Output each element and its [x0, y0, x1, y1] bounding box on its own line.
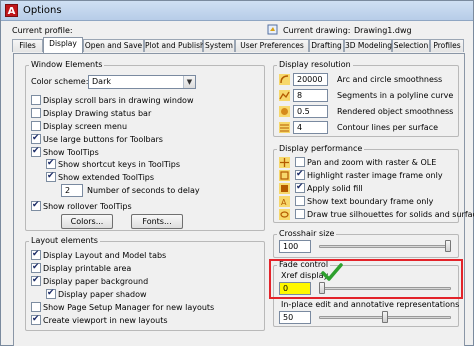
tab-open-and-save[interactable]: Open and Save	[83, 39, 144, 52]
crosshair-size-input[interactable]: 100	[279, 240, 311, 253]
color-scheme-label: Color scheme:	[31, 77, 89, 86]
large-buttons-checkbox[interactable]	[31, 133, 41, 144]
create-viewport-checkbox[interactable]	[31, 314, 41, 325]
paper-shadow-label: Display paper shadow	[58, 290, 147, 299]
page-setup-manager-checkbox[interactable]	[31, 302, 41, 312]
pan-zoom-icon	[279, 157, 290, 168]
rendered-smoothness-icon	[279, 106, 290, 117]
crosshair-slider-track[interactable]	[319, 245, 451, 248]
pan-zoom-raster-label: Pan and zoom with raster & OLE	[307, 158, 437, 167]
autocad-logo-icon: A	[5, 4, 18, 17]
display-performance-title: Display performance	[277, 144, 365, 153]
tab-drafting[interactable]: Drafting	[309, 39, 344, 52]
paper-shadow-checkbox[interactable]	[46, 288, 56, 299]
tab-display[interactable]: Display	[43, 37, 83, 53]
screen-menu-checkbox[interactable]	[31, 121, 41, 131]
paper-background-label: Display paper background	[43, 277, 149, 286]
rollover-tooltips-checkbox[interactable]	[31, 200, 41, 211]
layout-elements-title: Layout elements	[29, 236, 100, 245]
rendered-smoothness-input[interactable]: 0.5	[293, 105, 328, 118]
tab-user-preferences[interactable]: User Preferences	[235, 39, 309, 52]
crosshair-slider-thumb[interactable]	[445, 240, 451, 252]
arc-smoothness-label: Arc and circle smoothness	[337, 75, 443, 84]
highlight-raster-checkbox[interactable]	[295, 169, 305, 180]
create-viewport-label: Create viewport in new layouts	[43, 316, 168, 325]
window-elements-title: Window Elements	[29, 60, 105, 69]
large-buttons-label: Use large buttons for Toolbars	[43, 135, 163, 144]
contour-lines-input[interactable]: 4	[293, 121, 328, 134]
screen-menu-label: Display screen menu	[43, 122, 128, 131]
page-setup-manager-label: Show Page Setup Manager for new layouts	[43, 303, 215, 312]
rollover-tooltips-label: Show rollover ToolTips	[43, 202, 132, 211]
true-silhouettes-checkbox[interactable]	[295, 209, 305, 219]
current-drawing-label: Current drawing:	[283, 26, 351, 35]
inplace-edit-slider-thumb[interactable]	[382, 311, 388, 323]
svg-text:A: A	[281, 198, 287, 207]
text-boundary-icon: A	[279, 196, 290, 207]
window-title: Options	[23, 5, 62, 16]
text-boundary-checkbox[interactable]	[295, 196, 305, 206]
scroll-bars-label: Display scroll bars in drawing window	[43, 96, 194, 105]
contour-lines-icon	[279, 122, 290, 133]
color-scheme-select[interactable]: Dark ▼	[88, 75, 196, 89]
tab-plot-and-publish[interactable]: Plot and Publish	[144, 39, 205, 52]
crosshair-size-title: Crosshair size	[277, 229, 337, 238]
tab-system[interactable]: System	[203, 39, 235, 52]
show-tooltips-checkbox[interactable]	[31, 146, 41, 157]
paper-background-checkbox[interactable]	[31, 275, 41, 286]
arc-smoothness-icon	[279, 74, 290, 85]
chevron-down-icon: ▼	[183, 76, 195, 88]
status-bar-checkbox[interactable]	[31, 108, 41, 118]
scroll-bars-checkbox[interactable]	[31, 95, 41, 105]
tab-selection[interactable]: Selection	[392, 39, 430, 52]
fonts-button[interactable]: Fonts...	[131, 214, 183, 229]
highlight-raster-label: Highlight raster image frame only	[307, 171, 443, 180]
delay-seconds-input[interactable]: 2	[61, 184, 83, 197]
green-checkmark-icon	[321, 263, 343, 281]
current-drawing-value: Drawing1.dwg	[354, 26, 412, 35]
color-scheme-value: Dark	[92, 77, 111, 86]
inplace-edit-label: In-place edit and annotative representat…	[281, 300, 460, 309]
tab-3d-modeling[interactable]: 3D Modeling	[344, 39, 392, 52]
rendered-smoothness-label: Rendered object smoothness	[337, 107, 454, 116]
contour-lines-label: Contour lines per surface	[337, 123, 439, 132]
extended-tooltips-checkbox[interactable]	[46, 171, 56, 182]
true-silhouettes-label: Draw true silhouettes for solids and sur…	[307, 210, 474, 219]
options-dialog: A Options Current profile: Current drawi…	[0, 0, 474, 346]
inplace-edit-input[interactable]: 50	[279, 311, 311, 324]
drawing-icon	[267, 24, 278, 35]
layout-model-tabs-label: Display Layout and Model tabs	[43, 251, 167, 260]
tab-files[interactable]: Files	[12, 39, 43, 52]
annotation-highlight-box	[269, 259, 463, 299]
show-tooltips-label: Show ToolTips	[43, 148, 99, 157]
shortcut-keys-label: Show shortcut keys in ToolTips	[58, 160, 181, 169]
tab-profiles[interactable]: Profiles	[430, 39, 464, 52]
solid-fill-label: Apply solid fill	[307, 184, 363, 193]
arc-smoothness-input[interactable]: 20000	[293, 73, 328, 86]
colors-button[interactable]: Colors...	[61, 214, 113, 229]
pan-zoom-raster-checkbox[interactable]	[295, 157, 305, 167]
silhouettes-icon	[279, 209, 290, 220]
text-boundary-label: Show text boundary frame only	[307, 197, 434, 206]
extended-tooltips-label: Show extended ToolTips	[58, 173, 155, 182]
title-bar[interactable]: A Options	[1, 1, 473, 21]
polyline-segments-icon	[279, 90, 290, 101]
shortcut-keys-checkbox[interactable]	[46, 158, 56, 169]
polyline-segments-label: Segments in a polyline curve	[337, 91, 454, 100]
solid-fill-checkbox[interactable]	[295, 182, 305, 193]
delay-seconds-label: Number of seconds to delay	[87, 186, 200, 195]
status-bar-label: Display Drawing status bar	[43, 109, 152, 118]
layout-model-tabs-checkbox[interactable]	[31, 249, 41, 260]
highlight-raster-icon	[279, 170, 290, 181]
solid-fill-icon	[279, 183, 290, 194]
polyline-segments-input[interactable]: 8	[293, 89, 328, 102]
current-profile-label: Current profile:	[12, 26, 73, 35]
display-resolution-title: Display resolution	[277, 60, 353, 69]
printable-area-label: Display printable area	[43, 264, 132, 273]
printable-area-checkbox[interactable]	[31, 262, 41, 273]
